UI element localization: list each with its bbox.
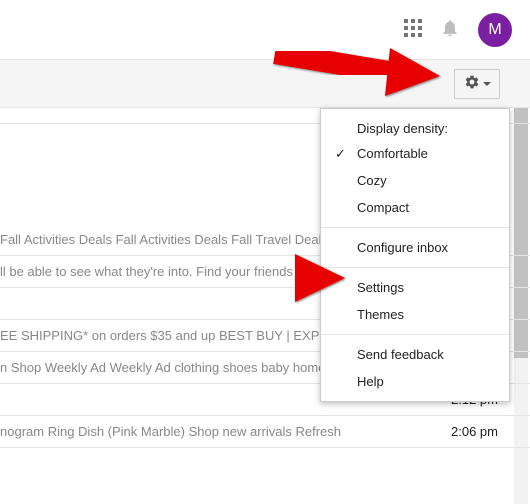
menu-send-feedback[interactable]: Send feedback [321,341,509,368]
menu-help[interactable]: Help [321,368,509,395]
menu-item-label: Configure inbox [357,240,448,255]
menu-divider [321,227,509,228]
email-snippet: Fall Activities Deals Fall Activities De… [0,232,340,247]
menu-item-label: Cozy [357,173,387,188]
menu-item-label: Settings [357,280,404,295]
menu-item-label: Compact [357,200,409,215]
menu-divider [321,334,509,335]
density-comfortable[interactable]: ✓ Comfortable [321,140,509,167]
email-time: 2:06 pm [451,424,498,439]
email-row[interactable]: nogram Ring Dish (Pink Marble) Shop new … [0,416,530,448]
email-snippet: nogram Ring Dish (Pink Marble) Shop new … [0,424,341,439]
check-icon: ✓ [335,146,346,162]
density-cozy[interactable]: Cozy [321,167,509,194]
chevron-down-icon [483,82,491,86]
settings-gear-button[interactable] [454,69,500,99]
avatar[interactable]: M [478,13,512,47]
menu-item-label: Help [357,374,384,389]
avatar-initial: M [488,21,501,39]
arrow-annotation [190,248,350,308]
menu-header: Display density: [321,115,509,140]
email-snippet: n Shop Weekly Ad Weekly Ad clothing shoe… [0,360,325,375]
arrow-annotation [265,18,445,98]
menu-item-label: Themes [357,307,404,322]
gear-icon [464,74,480,93]
density-compact[interactable]: Compact [321,194,509,221]
menu-item-label: Send feedback [357,347,444,362]
email-snippet: EE SHIPPING* on orders $35 and up BEST B… [0,328,337,343]
menu-item-label: Comfortable [357,146,428,161]
